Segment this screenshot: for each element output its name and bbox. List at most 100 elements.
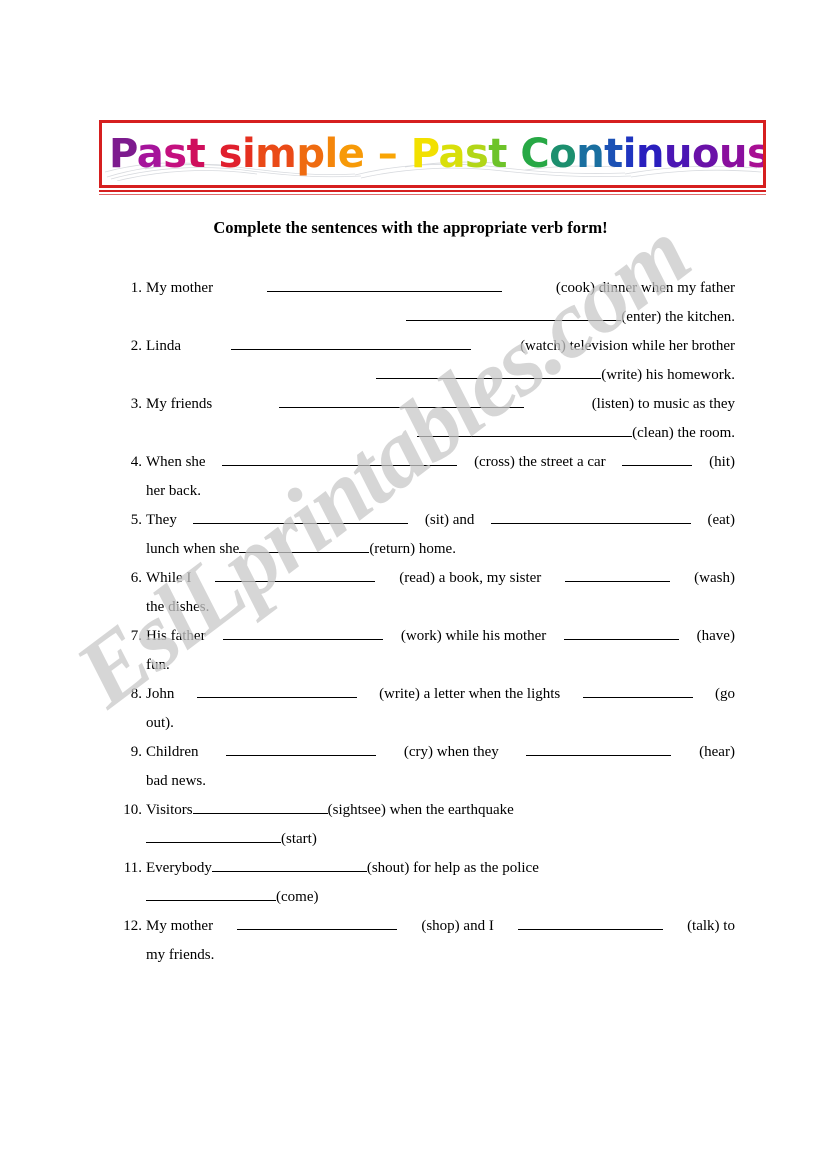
exercise-item: 4. When she (cross) the street a car (hit) h…: [120, 448, 735, 506]
sentence-line: John (write) a letter when the lights (go: [146, 680, 735, 709]
sentence-text: lunch when she: [146, 541, 240, 557]
item-number: 8.: [130, 686, 142, 702]
title-letter: a: [438, 131, 465, 177]
item-body: Children (cry) when they (hear) bad news.: [146, 738, 735, 796]
answer-blank[interactable]: [146, 886, 276, 901]
answer-blank[interactable]: [222, 451, 458, 466]
sentence-text: (sit) and: [424, 512, 475, 528]
answer-blank[interactable]: [223, 625, 384, 640]
title-letter: s: [464, 131, 489, 177]
sentence-line: My friends (listen) to music as they: [146, 390, 735, 419]
title-letter: P: [410, 131, 439, 177]
title-letter: n: [636, 131, 664, 177]
sentence-line: bad news.: [146, 767, 735, 796]
answer-blank[interactable]: [226, 741, 377, 756]
title-letter: [364, 131, 377, 177]
sentence-text: Children: [146, 744, 199, 760]
sentence-text: fun.: [146, 657, 170, 673]
exercise-item: 2. Linda (watch) television while her brot…: [120, 332, 735, 390]
sentence-line: Everybody (shout) for help as the police: [146, 854, 735, 883]
sentence-line: When she (cross) the street a car (hit): [146, 448, 735, 477]
sentence-text: (wash): [694, 570, 735, 586]
answer-blank[interactable]: [211, 857, 367, 872]
sentence-text: (shop) and I: [421, 918, 494, 934]
sentence-text: (sightsee) when the earthquake: [327, 802, 514, 818]
sentence-text: His father: [146, 628, 206, 644]
title-letter: l: [324, 131, 338, 177]
item-number: 1.: [130, 280, 142, 296]
title-letter: n: [576, 131, 605, 177]
sentence-line: Visitors (sightsee) when the earthquake: [146, 796, 735, 825]
answer-blank[interactable]: [490, 509, 691, 524]
item-number: 5.: [130, 512, 142, 528]
sentence-line: They (sit) and (eat): [146, 506, 735, 535]
answer-blank[interactable]: [237, 915, 398, 930]
title-letter: o: [691, 131, 719, 177]
answer-blank[interactable]: [376, 364, 602, 379]
answer-blank[interactable]: [196, 683, 357, 698]
item-number: 12.: [123, 918, 142, 934]
answer-blank[interactable]: [517, 915, 663, 930]
item-number: 10.: [123, 802, 142, 818]
sentence-text: My mother: [146, 280, 214, 296]
sentence-line: Linda (watch) television while her brothe…: [146, 332, 735, 361]
answer-blank[interactable]: [266, 277, 502, 292]
sentence-text: They: [146, 512, 177, 528]
exercise-item: 11. Everybody (shout) for help as the poli…: [120, 854, 735, 912]
answer-blank[interactable]: [565, 567, 671, 582]
sentence-text: Linda: [146, 338, 181, 354]
sentence-text: While I: [146, 570, 192, 586]
answer-blank[interactable]: [526, 741, 672, 756]
item-body: His father (work) while his mother (have) f…: [146, 622, 735, 680]
exercise-item: 1. My mother (cook) dinner when my father (…: [120, 274, 735, 332]
instruction-heading: Complete the sentences with the appropri…: [213, 218, 608, 237]
exercise-item: 9. Children (cry) when they (hear) bad news.: [120, 738, 735, 796]
sentence-text: (enter) the kitchen.: [621, 309, 735, 325]
sentence-text: (clean) the room.: [632, 425, 735, 441]
answer-blank[interactable]: [230, 335, 471, 350]
sentence-text: (talk) to: [687, 918, 735, 934]
answer-blank[interactable]: [192, 799, 328, 814]
sentence-text: (go: [714, 686, 735, 702]
item-number: 4.: [130, 454, 142, 470]
title-letter: s: [163, 131, 187, 177]
sentence-text: (cross) the street a car: [474, 454, 606, 470]
answer-blank[interactable]: [279, 393, 525, 408]
item-body: My mother (shop) and I (talk) to my friends…: [146, 912, 735, 970]
title-letter: i: [622, 131, 637, 177]
sentence-line: (clean) the room.: [146, 419, 735, 448]
answer-blank[interactable]: [622, 451, 693, 466]
title-letter: u: [718, 131, 747, 177]
answer-blank[interactable]: [406, 306, 622, 321]
title-letter: i: [241, 131, 256, 177]
sentence-line: Children (cry) when they (hear): [146, 738, 735, 767]
answer-blank[interactable]: [582, 683, 693, 698]
answer-blank[interactable]: [215, 567, 376, 582]
title-letter: [507, 131, 520, 177]
sentence-text: When she: [146, 454, 206, 470]
sentence-text: (start): [281, 831, 317, 847]
item-number: 7.: [130, 628, 142, 644]
answer-blank[interactable]: [146, 828, 281, 843]
exercise-item: 7. His father (work) while his mother (have…: [120, 622, 735, 680]
title-letter: t: [488, 131, 507, 177]
item-body: Everybody (shout) for help as the police (…: [146, 854, 735, 912]
item-number: 3.: [130, 396, 142, 412]
answer-blank[interactable]: [563, 625, 679, 640]
sentence-line: lunch when she (return) home.: [146, 535, 735, 564]
title-letter: o: [549, 131, 577, 177]
sentence-line: His father (work) while his mother (have): [146, 622, 735, 651]
sentence-line: out).: [146, 709, 735, 738]
answer-blank[interactable]: [193, 509, 409, 524]
sentence-text: Visitors: [146, 802, 193, 818]
answer-blank[interactable]: [239, 538, 370, 553]
title-letter: –: [377, 131, 398, 177]
sentence-text: her back.: [146, 483, 201, 499]
title-letter: a: [136, 131, 164, 177]
sentence-text: (eat): [707, 512, 735, 528]
item-body: They (sit) and (eat) lunch when she (return)…: [146, 506, 735, 564]
item-number: 6.: [130, 570, 142, 586]
answer-blank[interactable]: [417, 422, 633, 437]
sentence-text: my friends.: [146, 947, 215, 963]
item-number: 9.: [130, 744, 142, 760]
